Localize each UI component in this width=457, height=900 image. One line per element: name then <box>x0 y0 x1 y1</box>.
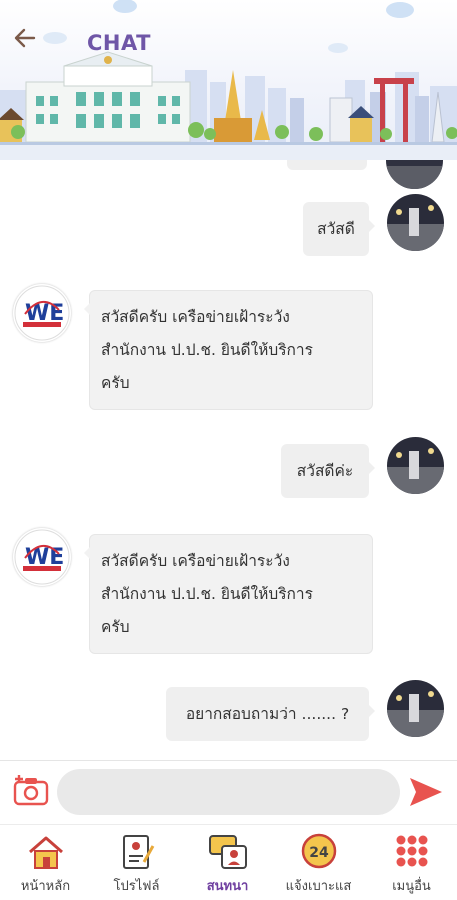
user-avatar <box>386 160 443 189</box>
message-text: สวัสดี <box>317 220 355 238</box>
page-title: CHAT <box>87 31 151 55</box>
profile-icon <box>123 835 155 869</box>
message-text-line: สวัสดีครับ เครือข่ายเฝ้าระวัง <box>101 308 290 326</box>
arrow-left-icon <box>14 28 36 48</box>
message-bubble: สวัสดีค่ะ <box>281 444 375 498</box>
message-text-line: สำนักงาน ป.ป.ช. ยินดีให้บริการ <box>101 585 313 603</box>
nav-item-home[interactable]: หน้าหลัก <box>0 825 91 900</box>
user-avatar <box>387 437 444 494</box>
user-photo <box>387 680 444 737</box>
report-24-icon: 24 <box>301 833 337 869</box>
app-header: CHAT <box>0 0 457 160</box>
message-text-line: ครับ <box>101 618 130 636</box>
nav-label: เมนูอื่น <box>392 879 431 894</box>
chat-message-list[interactable]: สวัสดี WE สวัสดีครับ เครือข่ายเฝ้าระวัง … <box>0 160 457 760</box>
user-avatar <box>387 194 444 251</box>
message-outgoing: อยากสอบถามว่า ....... ? <box>0 680 457 750</box>
message-bubble: อยากสอบถามว่า ....... ? <box>166 687 375 741</box>
message-text: อยากสอบถามว่า ....... ? <box>185 705 350 723</box>
message-bubble: สวัสดี <box>303 202 375 256</box>
message-incoming: WE สวัสดีครับ เครือข่ายเฝ้าระวัง สำนักงา… <box>0 528 457 658</box>
more-menu-icon <box>396 835 428 867</box>
message-input[interactable] <box>57 769 400 815</box>
message-text: สวัสดีค่ะ <box>296 462 354 480</box>
nav-label: สนทนา <box>206 879 249 894</box>
message-outgoing: สวัสดีค่ะ <box>0 437 457 507</box>
svg-text:24: 24 <box>309 845 329 861</box>
nav-item-chat[interactable]: สนทนา <box>182 825 273 900</box>
chat-icon <box>209 835 247 869</box>
we-strong-logo: WE <box>14 285 70 341</box>
user-photo <box>387 437 444 494</box>
previous-message-bubble <box>287 160 367 170</box>
nav-label: แจ้งเบาะแส <box>285 879 352 894</box>
message-text-line: ครับ <box>101 374 130 392</box>
message-bubble: สวัสดีครับ เครือข่ายเฝ้าระวัง สำนักงาน ป… <box>84 534 373 654</box>
we-strong-logo: WE <box>14 529 70 585</box>
user-photo <box>387 194 444 251</box>
nav-item-profile[interactable]: โปรไฟล์ <box>91 825 182 900</box>
message-text-line: สำนักงาน ป.ป.ช. ยินดีให้บริการ <box>101 341 313 359</box>
camera-add-icon <box>13 775 49 806</box>
nav-label: หน้าหลัก <box>20 879 71 894</box>
city-banner-illustration <box>0 0 457 160</box>
message-bubble: สวัสดีครับ เครือข่ายเฝ้าระวัง สำนักงาน ป… <box>84 290 373 410</box>
bottom-navigation: หน้าหลัก โปรไฟล์ สนทนา 24 แจ้งเบาะแส เมน… <box>0 824 457 900</box>
nav-item-report[interactable]: 24 แจ้งเบาะแส <box>273 825 364 900</box>
message-incoming: WE สวัสดีครับ เครือข่ายเฝ้าระวัง สำนักงา… <box>0 284 457 414</box>
home-icon <box>29 836 63 869</box>
message-outgoing: สวัสดี <box>0 194 457 264</box>
bot-avatar-logo: WE <box>13 284 71 342</box>
message-composer <box>0 760 457 824</box>
send-button[interactable] <box>408 775 444 809</box>
add-photo-button[interactable] <box>12 771 50 809</box>
back-button[interactable] <box>14 28 50 60</box>
bot-avatar-logo: WE <box>13 528 71 586</box>
send-icon <box>410 778 442 806</box>
user-avatar <box>387 680 444 737</box>
nav-label: โปรไฟล์ <box>113 879 160 894</box>
message-text-line: สวัสดีครับ เครือข่ายเฝ้าระวัง <box>101 552 290 570</box>
nav-item-more[interactable]: เมนูอื่น <box>366 825 457 900</box>
user-photo <box>386 160 443 189</box>
